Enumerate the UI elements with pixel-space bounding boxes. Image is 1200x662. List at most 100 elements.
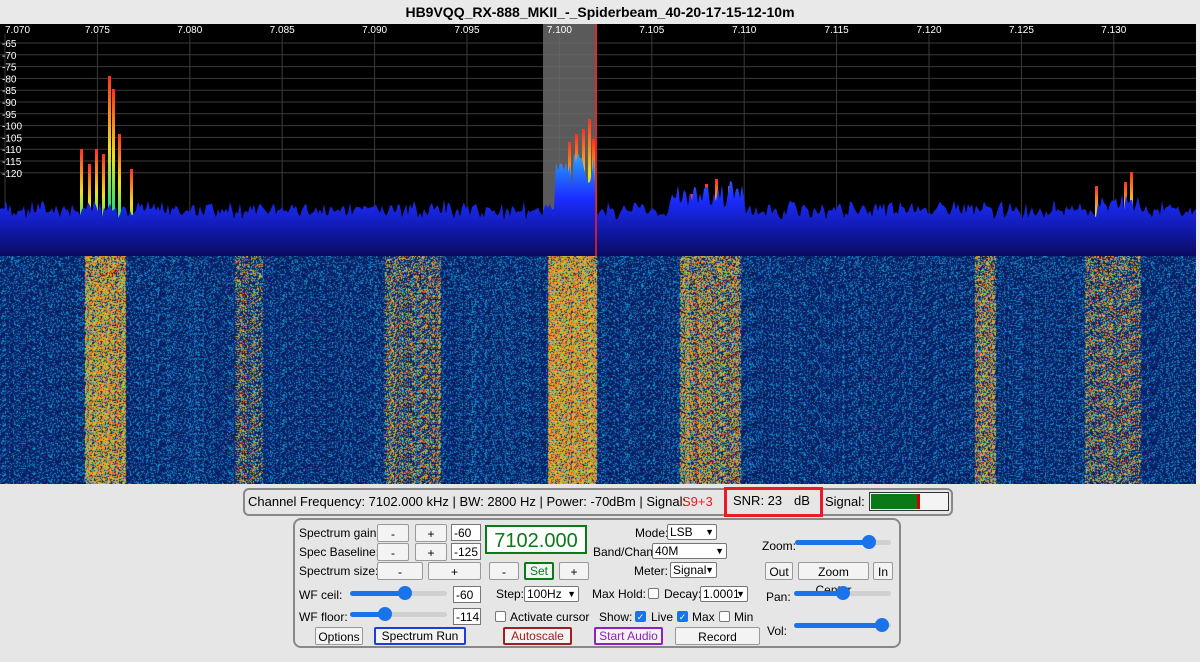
autoscale-button[interactable]: Autoscale	[503, 627, 572, 645]
record-button[interactable]: Record	[675, 627, 760, 645]
wf-floor-slider[interactable]	[350, 607, 447, 621]
pan-label: Pan:	[766, 590, 791, 604]
band-chan-label: Band/Chan:	[593, 545, 657, 559]
max-hold-label: Max Hold:	[592, 587, 647, 601]
spec-baseline-label: Spec Baseline:	[299, 545, 380, 559]
vol-label: Vol:	[767, 624, 788, 638]
frequency-tick-label: 7.115	[824, 25, 849, 36]
frequency-axis: 7.070 7.075 7.080 7.085 7.090 7.095 7.100 7.105…	[5, 25, 1127, 36]
channel-info-bar: Channel Frequency: 7102.000 kHz | BW: 28…	[243, 487, 953, 517]
snr-value: SNR: 23	[733, 493, 783, 508]
band-chan-select[interactable]: 40M ▼	[652, 543, 727, 559]
frequency-tick-label: 7.120	[916, 25, 941, 36]
frequency-tick-label: 7.070	[5, 25, 30, 36]
spectrum-run-button[interactable]: Spectrum Run	[374, 627, 466, 645]
step-label: Step:	[496, 587, 525, 601]
vol-slider-thumb[interactable]	[874, 618, 889, 632]
meter-select[interactable]: Signal ▼	[670, 562, 717, 578]
spectrum-gain-field[interactable]: -60	[451, 524, 481, 541]
noise-floor	[0, 152, 1196, 256]
show-max-label: Max	[692, 610, 715, 624]
start-audio-button[interactable]: Start Audio	[594, 627, 663, 645]
show-live-checkbox[interactable]: ✓	[635, 611, 646, 622]
show-live-label: Live	[651, 610, 674, 624]
vol-slider[interactable]	[794, 618, 891, 632]
wf-ceil-slider-thumb[interactable]	[398, 586, 413, 600]
frequency-minus-button[interactable]: -	[489, 562, 519, 580]
activate-cursor-checkbox[interactable]	[495, 611, 506, 622]
spectrum-gain-plus-button[interactable]: +	[415, 524, 447, 542]
chevron-down-icon: ▼	[705, 527, 714, 537]
meter-value: Signal	[673, 563, 707, 577]
zoom-center-button[interactable]: Zoom Center	[798, 562, 869, 597]
mode-value: LSB	[670, 525, 693, 539]
chevron-down-icon: ▼	[736, 589, 745, 599]
show-min-checkbox[interactable]	[719, 611, 730, 622]
meter-label: Meter:	[634, 564, 669, 578]
zoom-in-button[interactable]: In	[873, 562, 893, 580]
decay-value: 1.0001	[703, 587, 740, 601]
max-hold-checkbox[interactable]	[648, 588, 659, 599]
zoom-slider-thumb[interactable]	[862, 535, 877, 549]
pan-slider[interactable]	[794, 586, 891, 600]
step-select[interactable]: 100Hz ▼	[524, 586, 579, 602]
options-button[interactable]: Options	[315, 627, 363, 645]
power-tick-label: -70	[2, 51, 17, 62]
frequency-tick-label: 7.090	[362, 25, 387, 36]
frequency-set-button[interactable]: Set	[524, 562, 554, 580]
power-tick-label: -80	[2, 74, 17, 85]
signal-meter-label: Signal:	[825, 494, 865, 509]
power-tick-label: -85	[2, 86, 17, 97]
step-value: 100Hz	[527, 587, 562, 601]
spectrum-size-label: Spectrum size:	[299, 564, 379, 578]
snr-unit: dB	[794, 493, 810, 508]
show-max-checkbox[interactable]: ✓	[677, 611, 688, 622]
wf-floor-field[interactable]: -114	[453, 608, 481, 625]
frequency-tick-label: 7.080	[177, 25, 202, 36]
power-unit-text: dBm | Signal:	[609, 494, 687, 509]
pan-slider-thumb[interactable]	[835, 586, 850, 600]
frequency-plus-button[interactable]: +	[559, 562, 589, 580]
power-tick-label: -120	[2, 169, 22, 180]
mode-select[interactable]: LSB ▼	[667, 524, 717, 540]
frequency-tick-label: 7.095	[454, 25, 479, 36]
spectrum-plot[interactable]: 7.070 7.075 7.080 7.085 7.090 7.095 7.100 7.105…	[0, 24, 1196, 256]
power-tick-label: -115	[2, 157, 22, 168]
frequency-tick-label: 7.105	[639, 25, 664, 36]
signal-meter-peak	[916, 494, 920, 509]
snr-highlight-box: SNR: 23 dB	[724, 487, 823, 517]
signal-strength-value: S9+3	[682, 494, 713, 509]
waterfall-display[interactable]	[0, 256, 1196, 484]
power-tick-label: -100	[2, 122, 22, 133]
spec-baseline-field[interactable]: -125	[451, 543, 481, 560]
show-min-label: Min	[734, 610, 754, 624]
band-chan-value: 40M	[655, 544, 679, 558]
zoom-slider[interactable]	[795, 535, 891, 549]
power-tick-label: -110	[2, 145, 22, 156]
chevron-down-icon: ▼	[567, 589, 576, 599]
frequency-display[interactable]: 7102.000	[485, 525, 587, 554]
wf-ceil-slider[interactable]	[350, 586, 447, 600]
spec-baseline-minus-button[interactable]: -	[377, 543, 409, 561]
spectrum-size-plus-button[interactable]: +	[428, 562, 481, 580]
frequency-tick-label: 7.130	[1101, 25, 1126, 36]
zoom-out-button[interactable]: Out	[765, 562, 793, 580]
wf-ceil-label: WF ceil:	[299, 588, 343, 602]
frequency-tick-label: 7.075	[85, 25, 110, 36]
power-tick-label: -105	[2, 133, 22, 144]
spectrum-gain-minus-button[interactable]: -	[377, 524, 409, 542]
control-panel: Spectrum gain: - + -60 Spec Baseline: - …	[293, 518, 901, 648]
scrollbar[interactable]	[1196, 24, 1200, 484]
decay-label: Decay:	[664, 587, 702, 601]
wf-floor-slider-thumb[interactable]	[378, 607, 393, 621]
frequency-tick-label: 7.085	[270, 25, 295, 36]
chevron-down-icon: ▼	[705, 565, 714, 575]
frequency-tick-label: 7.100	[547, 25, 572, 36]
mode-label: Mode:	[635, 526, 669, 540]
decay-select[interactable]: 1.0001 ▼	[700, 586, 748, 602]
spec-baseline-plus-button[interactable]: +	[415, 543, 447, 561]
wf-ceil-field[interactable]: -60	[453, 586, 481, 603]
spectrum-size-minus-button[interactable]: -	[377, 562, 423, 580]
window-title: HB9VQQ_RX-888_MKII_-_Spiderbeam_40-20-17…	[0, 0, 1200, 25]
frequency-tick-label: 7.110	[732, 25, 757, 36]
